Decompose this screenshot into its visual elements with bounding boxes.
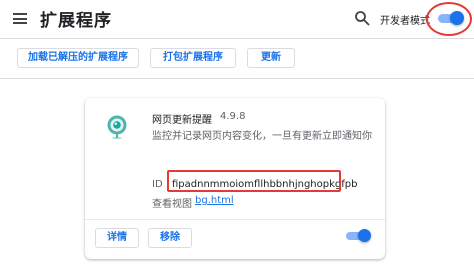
header-divider bbox=[0, 38, 474, 39]
page-title: 扩展程序 bbox=[40, 11, 112, 31]
pack-extension-button[interactable]: 打包扩展程序 bbox=[150, 48, 236, 68]
search-icon[interactable] bbox=[354, 10, 370, 26]
id-highlight-box bbox=[167, 170, 341, 192]
card-divider bbox=[85, 219, 385, 220]
toggle-knob bbox=[358, 229, 371, 242]
extension-id-label: ID bbox=[152, 179, 163, 190]
top-bar: 扩展程序 开发者模式 bbox=[0, 0, 474, 38]
extension-enable-toggle[interactable] bbox=[345, 229, 371, 243]
inspect-views-label: 查看视图 bbox=[152, 199, 192, 210]
update-button[interactable]: 更新 bbox=[247, 48, 295, 68]
load-unpacked-button[interactable]: 加载已解压的扩展程序 bbox=[17, 48, 139, 68]
extension-description: 监控并记录网页内容变化，一旦有更新立即通知你 bbox=[152, 131, 372, 142]
details-button[interactable]: 详情 bbox=[95, 228, 139, 248]
extension-icon bbox=[107, 115, 127, 140]
highlight-ellipse bbox=[426, 2, 472, 36]
background-page-link[interactable]: bg.html bbox=[195, 195, 234, 206]
toolbar-divider bbox=[0, 78, 474, 79]
developer-mode-label: 开发者模式 bbox=[380, 16, 430, 27]
hamburger-menu-icon[interactable] bbox=[13, 13, 27, 24]
extension-name: 网页更新提醒 bbox=[152, 115, 212, 126]
extension-version: 4.9.8 bbox=[220, 111, 246, 122]
extension-card: 网页更新提醒 4.9.8 监控并记录网页内容变化，一旦有更新立即通知你 ID f… bbox=[85, 98, 385, 259]
remove-button[interactable]: 移除 bbox=[148, 228, 192, 248]
